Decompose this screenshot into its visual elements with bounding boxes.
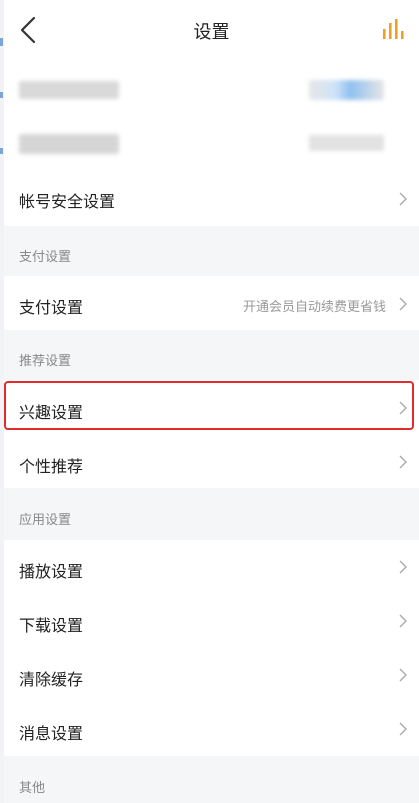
payment-hint: 开通会员自动续费更省钱: [242, 300, 386, 315]
top-bar: 设置: [4, 0, 419, 60]
playback-row[interactable]: 播放设置: [4, 540, 419, 594]
download-row[interactable]: 下载设置: [4, 594, 419, 648]
payment-label: 支付设置: [19, 298, 84, 317]
section-title: 应用设置: [19, 513, 72, 528]
account-security-row[interactable]: 帐号安全设置: [4, 172, 419, 226]
chevron-right-icon: [399, 722, 407, 736]
account-row-1[interactable]: [4, 62, 419, 118]
blurred-account-label: [19, 81, 119, 99]
personal-recommend-label: 个性推荐: [19, 457, 84, 476]
section-title: 其他: [19, 781, 46, 796]
download-label: 下载设置: [19, 616, 84, 635]
section-recommend: 推荐设置: [4, 330, 419, 380]
page-title: 设置: [193, 22, 230, 43]
section-other: 其他: [4, 756, 419, 803]
section-payment: 支付设置: [4, 226, 419, 276]
blurred-account-value: [309, 80, 384, 100]
chevron-right-icon: [399, 614, 407, 628]
section-title: 支付设置: [19, 250, 72, 265]
section-app: 应用设置: [4, 488, 419, 540]
highlight-box: [4, 381, 414, 430]
chevron-right-icon: [399, 455, 407, 469]
playback-label: 播放设置: [19, 562, 84, 581]
clear-cache-row[interactable]: 清除缓存: [4, 648, 419, 702]
blurred-account-value: [309, 135, 384, 151]
stats-button[interactable]: [381, 17, 405, 41]
clear-cache-label: 清除缓存: [19, 670, 84, 689]
messages-label: 消息设置: [19, 724, 84, 743]
chevron-right-icon: [399, 297, 407, 311]
chevron-right-icon: [399, 192, 407, 206]
personal-recommend-row[interactable]: 个性推荐: [4, 434, 419, 488]
messages-row[interactable]: 消息设置: [4, 702, 419, 756]
payment-row[interactable]: 支付设置 开通会员自动续费更省钱: [4, 276, 419, 330]
account-security-label: 帐号安全设置: [19, 192, 116, 211]
chevron-right-icon: [399, 668, 407, 682]
blurred-account-label: [19, 134, 119, 154]
account-row-2[interactable]: [4, 118, 419, 172]
chevron-right-icon: [399, 560, 407, 574]
bar-chart-icon: [383, 19, 404, 39]
section-title: 推荐设置: [19, 354, 72, 369]
